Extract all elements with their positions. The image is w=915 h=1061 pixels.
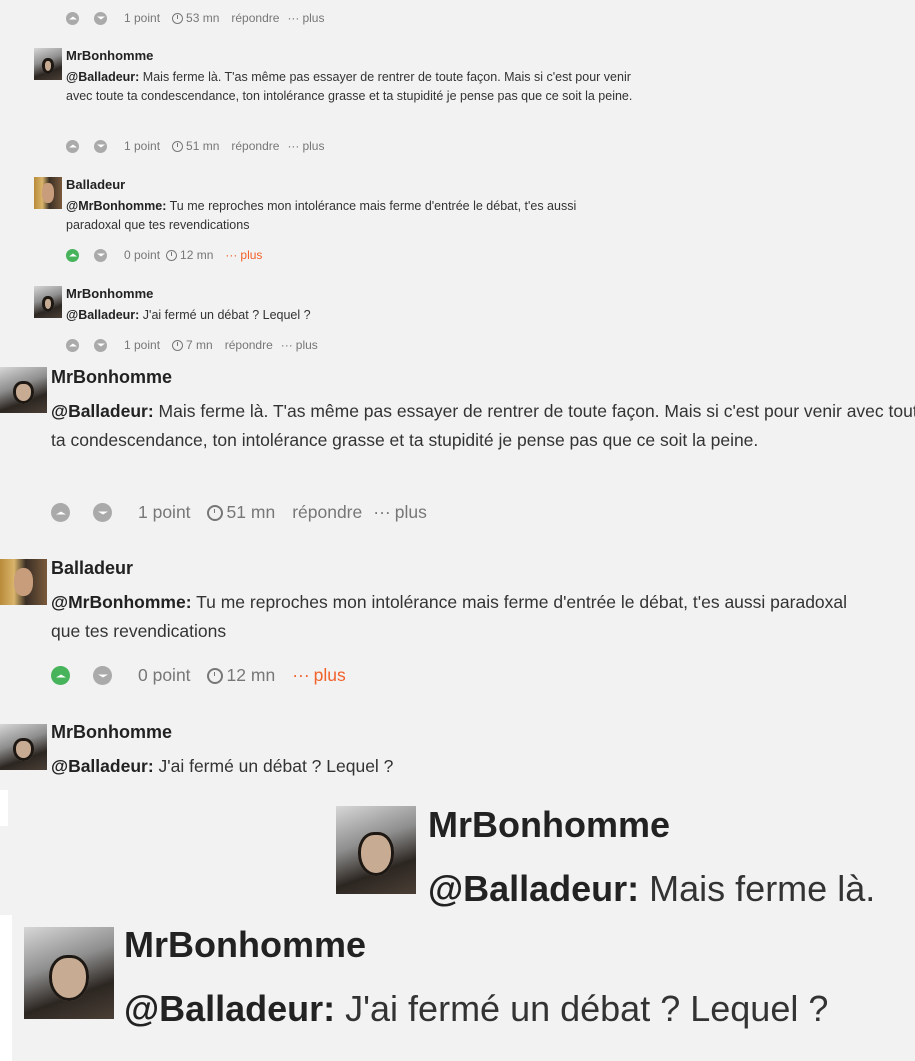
mention[interactable]: @MrBonhomme:	[66, 199, 166, 213]
username[interactable]: MrBonhomme	[124, 924, 366, 966]
large-comment: MrBonhomme @Balladeur: Mais ferme là.	[332, 798, 915, 909]
more-link[interactable]: plus	[314, 665, 346, 686]
more-dots-icon: ···	[373, 502, 391, 522]
upvote-icon[interactable]	[51, 666, 70, 685]
clock-icon	[172, 140, 184, 152]
username[interactable]: Balladeur	[51, 558, 133, 579]
comment-body: Mais ferme là. T'as même pas essayer de …	[51, 401, 915, 450]
more-dots-icon: ···	[292, 665, 310, 685]
avatar[interactable]	[34, 177, 62, 209]
comment-meta: 1 point 7 mn répondre ··· plus	[66, 338, 318, 352]
avatar[interactable]	[0, 367, 47, 413]
username[interactable]: MrBonhomme	[51, 367, 172, 388]
background-gap	[0, 915, 12, 1061]
time: 7 mn	[186, 338, 213, 352]
large-comment: MrBonhomme @Balladeur: J'ai fermé un déb…	[12, 915, 915, 1061]
points: 1 point	[124, 11, 161, 25]
comment-text: @Balladeur: J'ai fermé un débat ? Lequel…	[51, 752, 871, 781]
comment-text: @Balladeur: J'ai fermé un débat ? Lequel…	[66, 306, 626, 325]
more-dots-icon: ···	[280, 338, 293, 352]
time: 53 mn	[186, 11, 220, 25]
downvote-icon[interactable]	[94, 139, 107, 153]
points: 1 point	[124, 338, 161, 352]
clock-icon	[172, 12, 184, 24]
comment-body: J'ai fermé un débat ? Lequel ?	[153, 756, 394, 776]
comment-meta: 0 point 12 mn ··· plus	[51, 665, 346, 686]
time: 51 mn	[226, 502, 276, 522]
comment-body: J'ai fermé un débat ? Lequel ?	[139, 308, 311, 322]
more-dots-icon: ···	[287, 139, 300, 153]
downvote-icon[interactable]	[94, 338, 107, 352]
mention[interactable]: @Balladeur:	[51, 401, 154, 421]
upvote-icon[interactable]	[66, 11, 79, 25]
points: 1 point	[138, 502, 191, 522]
downvote-icon[interactable]	[94, 248, 107, 262]
more-dots-icon: ···	[287, 11, 300, 25]
mention[interactable]: @Balladeur:	[66, 308, 139, 322]
mention[interactable]: @Balladeur:	[51, 756, 154, 776]
more-link[interactable]: plus	[240, 248, 262, 262]
points: 1 point	[124, 139, 161, 153]
time: 51 mn	[186, 139, 220, 153]
mention[interactable]: @Balladeur:	[66, 70, 139, 84]
comment-text: @Balladeur: J'ai fermé un débat ? Lequel…	[124, 987, 904, 1031]
downvote-icon[interactable]	[93, 666, 112, 685]
comment-text: @MrBonhomme: Tu me reproches mon intolér…	[51, 588, 871, 645]
avatar[interactable]	[34, 286, 62, 318]
avatar[interactable]	[24, 927, 114, 1019]
clock-icon	[166, 249, 178, 261]
time: 12 mn	[226, 665, 276, 685]
upvote-icon[interactable]	[66, 338, 79, 352]
username[interactable]: MrBonhomme	[66, 48, 153, 63]
upvote-icon[interactable]	[66, 248, 79, 262]
points: 0 point	[138, 665, 191, 685]
comment-meta: 1 point 51 mn répondre ··· plus	[51, 502, 427, 523]
reply-link[interactable]: répondre	[292, 502, 362, 523]
more-link[interactable]: plus	[395, 502, 427, 523]
reply-link[interactable]: répondre	[225, 338, 273, 352]
comment-meta: 0 point 12 mn ··· plus	[66, 248, 262, 262]
background-gap	[0, 790, 8, 826]
points: 0 point	[124, 248, 161, 262]
upvote-icon[interactable]	[51, 503, 70, 522]
avatar[interactable]	[0, 559, 47, 605]
reply-link[interactable]: répondre	[231, 11, 279, 25]
username[interactable]: Balladeur	[66, 177, 125, 192]
more-dots-icon: ···	[225, 248, 238, 262]
comment-meta: 1 point 53 mn répondre ··· plus	[66, 11, 324, 25]
medium-thread: MrBonhomme @Balladeur: Mais ferme là. T'…	[0, 360, 915, 780]
downvote-icon[interactable]	[94, 11, 107, 25]
comment-body: J'ai fermé un débat ? Lequel ?	[335, 988, 829, 1029]
avatar[interactable]	[336, 806, 416, 894]
reply-link[interactable]: répondre	[231, 139, 279, 153]
comment-text: @Balladeur: Mais ferme là. T'as même pas…	[66, 68, 656, 106]
comment-text: @Balladeur: Mais ferme là. T'as même pas…	[51, 397, 915, 454]
clock-icon	[206, 667, 223, 684]
comment-text: @Balladeur: Mais ferme là.	[428, 868, 915, 910]
comment-text: @MrBonhomme: Tu me reproches mon intolér…	[66, 197, 626, 235]
time: 12 mn	[180, 248, 214, 262]
comment-body: Mais ferme là.	[639, 868, 876, 909]
avatar[interactable]	[34, 48, 62, 80]
small-thread: 1 point 53 mn répondre ··· plus MrBonhom…	[0, 0, 915, 360]
more-link[interactable]: plus	[302, 139, 324, 153]
mention[interactable]: @Balladeur:	[428, 868, 639, 909]
more-link[interactable]: plus	[302, 11, 324, 25]
downvote-icon[interactable]	[93, 503, 112, 522]
username[interactable]: MrBonhomme	[428, 804, 670, 846]
mention[interactable]: @Balladeur:	[124, 988, 335, 1029]
more-link[interactable]: plus	[296, 338, 318, 352]
comment-body: Mais ferme là. T'as même pas essayer de …	[66, 70, 633, 103]
username[interactable]: MrBonhomme	[66, 286, 153, 301]
username[interactable]: MrBonhomme	[51, 722, 172, 743]
comment-meta: 1 point 51 mn répondre ··· plus	[66, 139, 324, 153]
clock-icon	[172, 339, 184, 351]
upvote-icon[interactable]	[66, 139, 79, 153]
mention[interactable]: @MrBonhomme:	[51, 592, 192, 612]
clock-icon	[206, 504, 223, 521]
avatar[interactable]	[0, 724, 47, 770]
